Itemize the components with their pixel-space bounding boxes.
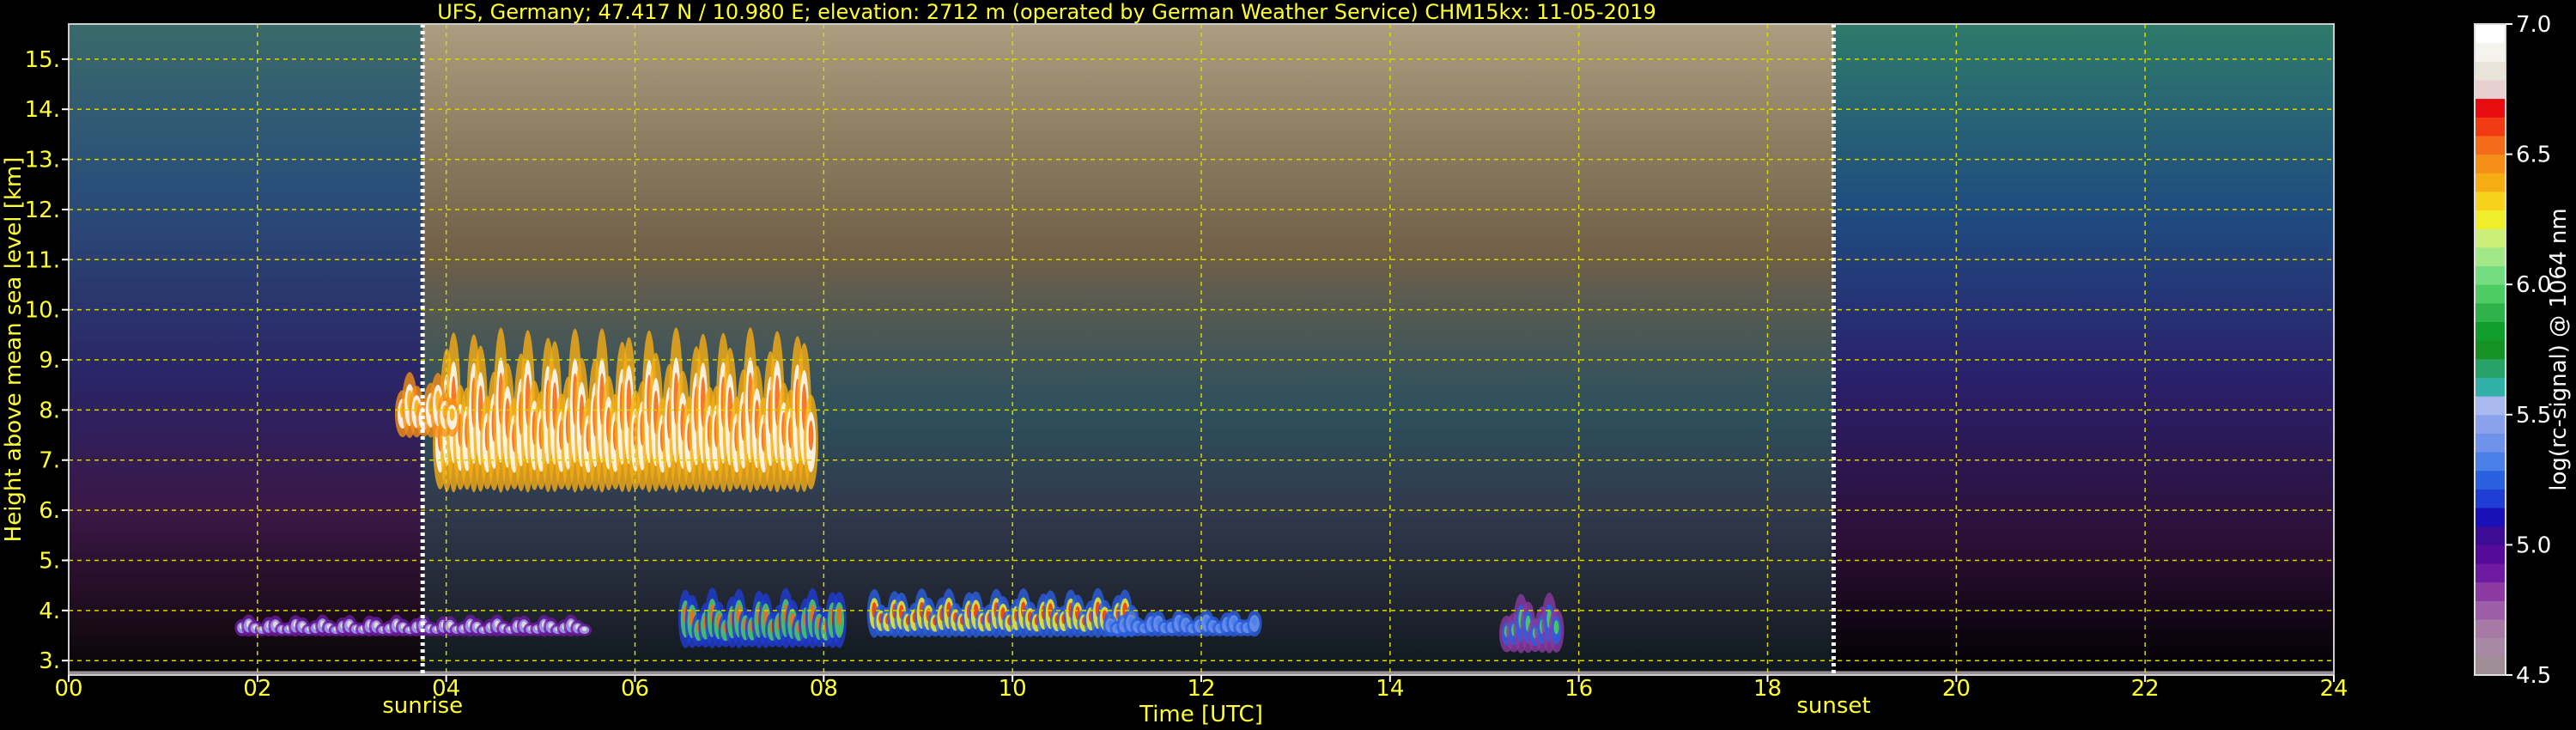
feature-cell [836, 607, 842, 625]
y-axis-label: Height above mean sea level [km] [1, 157, 27, 543]
colorbar-tick-label: 7.0 [2516, 12, 2551, 38]
colorbar-band [2475, 135, 2506, 155]
feature-weak-layer-midday [1103, 609, 1262, 637]
x-tick-label: 10 [999, 676, 1027, 702]
colorbar-band [2475, 79, 2506, 100]
x-tick-label: 08 [810, 676, 838, 702]
colorbar-band [2475, 154, 2506, 173]
sun-annotations: sunrise sunset [382, 693, 1870, 719]
colorbar-band [2475, 656, 2506, 676]
daylight-noise-region [422, 24, 1834, 675]
feature-cell [1553, 620, 1559, 635]
colorbar-label: log(rc-signal) @ 1064 nm [2546, 208, 2572, 490]
feature-cell [581, 627, 587, 631]
colorbar-band [2475, 24, 2506, 44]
colorbar-band [2475, 98, 2506, 118]
colorbar-band [2475, 619, 2506, 639]
colorbar-band [2475, 414, 2506, 434]
colorbar-band [2475, 173, 2506, 192]
colorbar-band [2475, 637, 2506, 657]
colorbar-band [2475, 321, 2506, 341]
colorbar-band [2475, 452, 2506, 471]
feature-cell [1252, 617, 1257, 626]
colorbar-band [2475, 265, 2506, 285]
y-tick-label: 6. [39, 498, 60, 524]
x-tick-label: 02 [243, 676, 271, 702]
y-tick-label: 4. [39, 599, 60, 624]
y-tick-label: 12. [25, 198, 60, 223]
colorbar-band [2475, 544, 2506, 564]
colorbar-tick-label: 6.5 [2516, 143, 2551, 168]
colorbar-band [2475, 246, 2506, 267]
sunrise-label: sunrise [382, 693, 463, 719]
colorbar-band [2475, 508, 2506, 527]
colorbar-band [2475, 302, 2506, 323]
y-tick-label: 10. [25, 298, 60, 324]
night-region [1833, 24, 2334, 675]
y-tick-label: 5. [39, 548, 60, 574]
colorbar-bands [2475, 24, 2506, 676]
x-tick-label: 00 [54, 676, 82, 702]
y-tick-label: 15. [25, 47, 60, 73]
colorbar-band [2475, 526, 2506, 545]
x-tick-label: 18 [1753, 676, 1782, 702]
x-axis-label: Time [UTC] [1139, 702, 1263, 727]
colorbar-band [2475, 433, 2506, 453]
y-tick-label: 11. [25, 247, 60, 273]
colorbar-band [2475, 340, 2506, 360]
sunset-label: sunset [1796, 693, 1870, 719]
y-tick-label: 14. [25, 97, 60, 123]
colorbar-band [2475, 563, 2506, 583]
x-tick-label: 24 [2319, 676, 2348, 702]
colorbar-band [2475, 358, 2506, 378]
y-axis-ticks: 3. 4. 5. 6. 7. 8. 9. 10. 11. 12. 13. 14. 15. [25, 47, 69, 674]
x-tick-label: 16 [1564, 676, 1593, 702]
y-tick-label: 3. [39, 648, 60, 674]
ceilometer-figure: 00 02 04 06 08 10 12 14 16 18 20 22 24 3.4.5.6.7.8.9… [1, 0, 2572, 727]
chart-title: UFS, Germany; 47.417 N / 10.980 E; eleva… [437, 0, 1656, 24]
colorbar-band [2475, 117, 2506, 137]
x-tick-label: 20 [1942, 676, 1971, 702]
colorbar-band [2475, 377, 2506, 397]
colorbar-band [2475, 600, 2506, 620]
colorbar-band [2475, 210, 2506, 229]
colorbar-band [2475, 42, 2506, 62]
x-tick-label: 22 [2131, 676, 2160, 702]
x-tick-label: 14 [1376, 676, 1404, 702]
colorbar-band [2475, 228, 2506, 248]
colorbar-band [2475, 470, 2506, 490]
y-tick-label: 9. [39, 348, 60, 374]
y-tick-label: 7. [39, 448, 60, 474]
colorbar-band [2475, 581, 2506, 601]
colorbar-band [2475, 61, 2506, 81]
colorbar: 4.55.05.56.06.57.0 log(rc-signal) @ 1064… [2474, 12, 2572, 689]
colorbar-tick-label: 5.0 [2516, 532, 2551, 558]
x-tick-label: 12 [1187, 676, 1215, 702]
colorbar-band [2475, 489, 2506, 508]
y-tick-label: 13. [25, 148, 60, 173]
colorbar-ticks: 4.55.05.56.06.57.0 [2506, 12, 2551, 689]
feature-cell [808, 420, 814, 451]
colorbar-band [2475, 396, 2506, 416]
colorbar-band [2475, 191, 2506, 211]
colorbar-tick-label: 4.5 [2516, 663, 2551, 689]
colorbar-band [2475, 284, 2506, 304]
x-tick-label: 06 [621, 676, 649, 702]
y-tick-label: 8. [39, 398, 60, 423]
